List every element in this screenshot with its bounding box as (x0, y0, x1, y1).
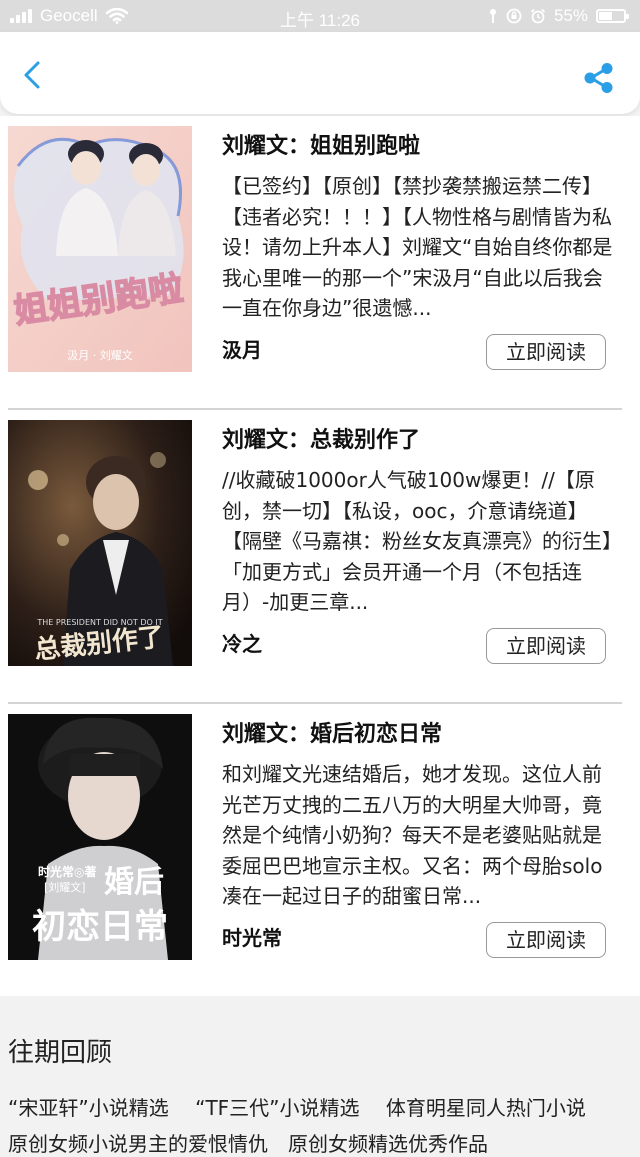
rotation-lock-icon (506, 8, 522, 24)
alarm-icon (530, 8, 546, 24)
book-title[interactable]: 刘耀文：婚后初恋日常 (222, 716, 442, 748)
nav-bar (0, 32, 640, 114)
book-author: 冷之 (222, 632, 262, 656)
book-author: 汲月 (222, 338, 262, 362)
past-review-section: 往期回顾 “宋亚轩”小说精选 “TF三代”小说精选 体育明星同人热门小说 原创女… (0, 996, 640, 1156)
past-link[interactable]: “TF三代”小说精选 (195, 1096, 359, 1120)
location-icon (489, 9, 496, 23)
book-cover[interactable]: THE PRESIDENT DID NOT DO IT 总裁别作了 (8, 420, 192, 666)
list-item[interactable]: 时光常◎著 [刘耀文] 婚后 初恋日常 刘耀文：婚后初恋日常 和刘耀文光速结婚后… (0, 704, 640, 998)
cover-byline: 时光常◎著 (38, 864, 96, 879)
past-links: “宋亚轩”小说精选 “TF三代”小说精选 体育明星同人热门小说 (8, 1092, 640, 1121)
cover-title-1: 婚后 (104, 865, 164, 900)
book-description: 【已签约】【原创】【禁抄袭禁搬运禁二传】【违者必究！！！】【人物性格与剧情皆为私… (222, 174, 613, 320)
past-link[interactable]: 体育明星同人热门小说 (386, 1096, 586, 1120)
battery-icon (596, 9, 629, 23)
book-cover[interactable]: 时光常◎著 [刘耀文] 婚后 初恋日常 (8, 714, 192, 960)
section-title: 往期回顾 (8, 1038, 113, 1068)
past-links-row2[interactable]: 原创女频小说男主的爱恨情仇 原创女频精选优秀作品 (8, 1128, 488, 1157)
book-description: 和刘耀文光速结婚后，她才发现。这位人前光芒万丈拽的二五八万的大明星大帅哥，竟然是… (222, 762, 603, 908)
book-description: //收藏破1000or人气破100w爆更！//【原创，禁一切】【私设，ooc，介… (222, 468, 612, 614)
list-item[interactable]: 姐姐别跑啦 汲月 · 刘耀文 刘耀文：姐姐别跑啦 【已签约】【原创】【禁抄袭禁搬… (0, 116, 640, 410)
past-link[interactable]: “宋亚轩”小说精选 (8, 1096, 169, 1120)
cover-name: [刘耀文] (44, 880, 86, 894)
cover-title-2: 初恋日常 (32, 907, 168, 947)
read-now-button[interactable]: 立即阅读 (486, 628, 606, 664)
share-icon[interactable] (582, 62, 614, 94)
book-title[interactable]: 刘耀文：总裁别作了 (222, 422, 420, 454)
book-cover[interactable]: 姐姐别跑啦 汲月 · 刘耀文 (8, 126, 192, 372)
book-title[interactable]: 刘耀文：姐姐别跑啦 (222, 128, 420, 160)
chevron-left-icon[interactable] (18, 60, 48, 90)
cover-credits: 汲月 · 刘耀文 (67, 348, 133, 362)
read-now-button[interactable]: 立即阅读 (486, 334, 606, 370)
book-author: 时光常 (222, 926, 282, 950)
book-list: 姐姐别跑啦 汲月 · 刘耀文 刘耀文：姐姐别跑啦 【已签约】【原创】【禁抄袭禁搬… (0, 116, 640, 996)
battery-percent: 55% (553, 6, 588, 25)
list-item[interactable]: THE PRESIDENT DID NOT DO IT 总裁别作了 刘耀文：总裁… (0, 410, 640, 704)
read-now-button[interactable]: 立即阅读 (486, 922, 606, 958)
status-bar: Geocell 上午 11:26 55% (0, 0, 640, 32)
